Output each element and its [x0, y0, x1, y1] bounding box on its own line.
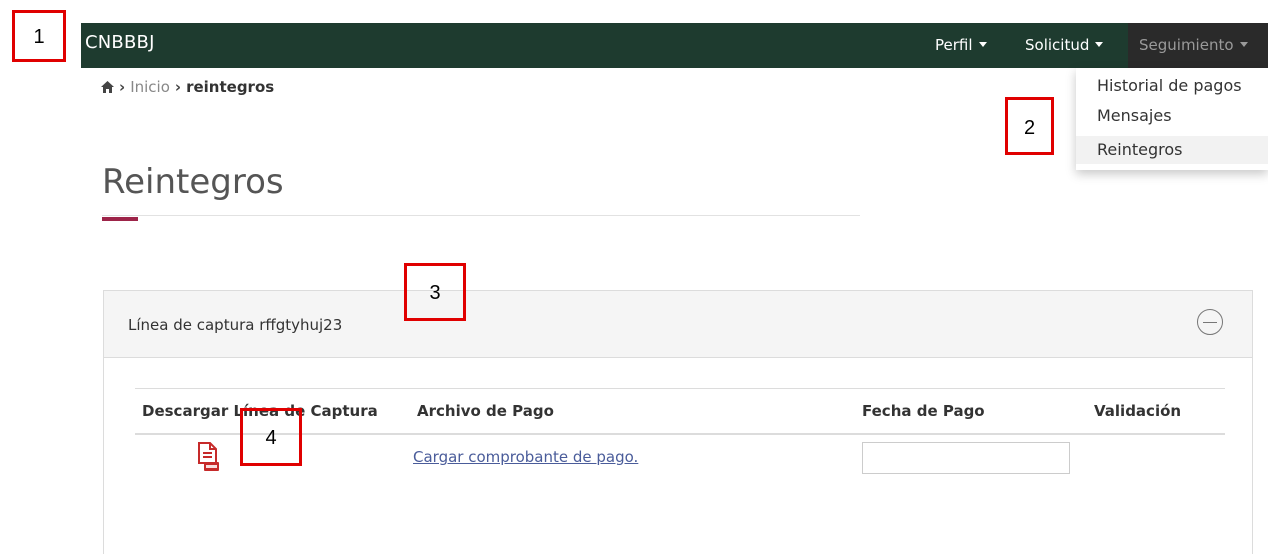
nav-seguimiento[interactable]: Seguimiento	[1139, 36, 1248, 54]
annotation-label-2: 2	[1023, 117, 1036, 139]
nav-perfil[interactable]: Perfil	[935, 36, 987, 54]
table-top-border	[135, 388, 1225, 389]
annotation-label-3: 3	[429, 282, 441, 304]
panel-title: Línea de captura rffgtyhuj23	[128, 316, 343, 334]
menu-item-historial-de-pagos[interactable]: Historial de pagos	[1076, 72, 1268, 100]
menu-item-reintegros[interactable]: Reintegros	[1076, 136, 1268, 164]
col-header-validacion: Validación	[1094, 402, 1182, 420]
seguimiento-dropdown-menu: Historial de pagos Mensajes Reintegros	[1076, 68, 1268, 170]
nav-solicitud[interactable]: Solicitud	[1025, 36, 1104, 54]
annotation-label-4: 4	[265, 427, 277, 449]
title-accent-bar	[102, 217, 138, 221]
nav-seguimiento-label: Seguimiento	[1139, 36, 1234, 54]
upload-receipt-link[interactable]: Cargar comprobante de pago.	[413, 448, 638, 466]
title-divider	[102, 215, 860, 216]
pdf-icon[interactable]	[197, 442, 219, 472]
annotation-label-1: 1	[33, 26, 45, 48]
caret-down-icon	[1239, 42, 1248, 47]
payment-date-input[interactable]	[862, 442, 1070, 474]
menu-item-mensajes[interactable]: Mensajes	[1076, 102, 1268, 130]
brand-logo[interactable]: CNBBBJ	[85, 32, 155, 53]
breadcrumb-separator: ›	[174, 78, 182, 96]
annotation-marker-1: 1	[12, 10, 66, 62]
nav-perfil-label: Perfil	[935, 36, 973, 54]
col-header-fecha: Fecha de Pago	[862, 402, 985, 420]
top-navbar: CNBBBJ Perfil Solicitud Seguimiento	[81, 23, 1268, 68]
nav-seguimiento-container: Seguimiento	[1128, 23, 1268, 68]
breadcrumb-inicio[interactable]: Inicio	[130, 78, 170, 96]
panel-header[interactable]: Línea de captura rffgtyhuj23	[104, 291, 1252, 358]
annotation-marker-2: 2	[1005, 97, 1054, 155]
caret-down-icon	[978, 42, 987, 47]
annotation-marker-3: 3	[404, 263, 466, 321]
home-icon[interactable]	[101, 81, 114, 93]
annotation-marker-4: 4	[240, 408, 302, 466]
breadcrumb: › Inicio › reintegros	[101, 78, 274, 96]
page-title: Reintegros	[102, 162, 284, 202]
col-header-archivo: Archivo de Pago	[417, 402, 554, 420]
minus-circle-icon[interactable]	[1197, 309, 1223, 335]
nav-solicitud-label: Solicitud	[1025, 36, 1090, 54]
breadcrumb-current: reintegros	[186, 78, 275, 96]
caret-down-icon	[1095, 42, 1104, 47]
breadcrumb-separator: ›	[119, 78, 126, 96]
